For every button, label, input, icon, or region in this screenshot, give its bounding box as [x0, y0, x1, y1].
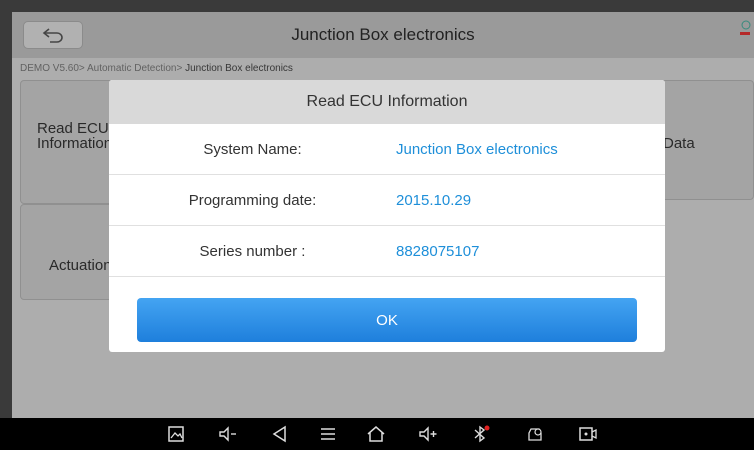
ok-button[interactable]: OK — [137, 298, 637, 342]
screen-record-icon[interactable] — [578, 425, 598, 443]
info-value: 2015.10.29 — [396, 191, 472, 209]
info-label: System Name: — [203, 140, 302, 158]
info-label: Series number : — [199, 242, 306, 260]
info-row: Programming date: 2015.10.29 — [109, 175, 665, 226]
system-nav-bar — [0, 418, 754, 450]
bluetooth-icon[interactable] — [470, 425, 490, 443]
info-label: Programming date: — [188, 191, 317, 209]
back-icon[interactable] — [270, 425, 290, 443]
screenshot-icon[interactable] — [166, 425, 186, 443]
volume-up-icon[interactable] — [418, 425, 438, 443]
vci-icon[interactable] — [526, 425, 546, 443]
info-row: System Name: Junction Box electronics — [109, 124, 665, 175]
volume-down-icon[interactable] — [218, 425, 238, 443]
home-icon[interactable] — [366, 425, 386, 443]
ecu-info-dialog: Read ECU Information System Name: Juncti… — [109, 80, 665, 352]
info-value: Junction Box electronics — [396, 140, 558, 158]
dialog-title: Read ECU Information — [109, 80, 665, 124]
info-value: 8828075107 — [396, 242, 480, 260]
info-row: Series number : 8828075107 — [109, 226, 665, 277]
menu-icon[interactable] — [318, 425, 338, 443]
